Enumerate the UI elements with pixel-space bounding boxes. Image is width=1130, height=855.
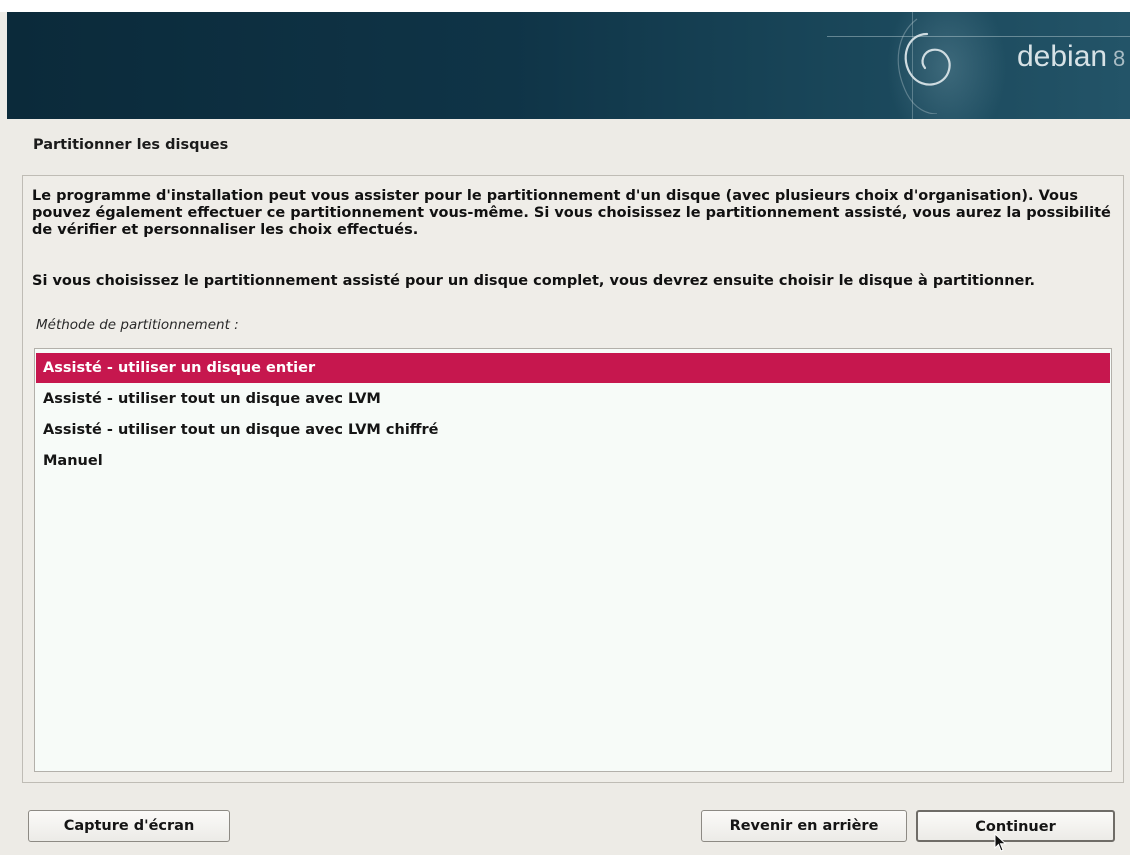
question-label: Méthode de partitionnement : — [36, 317, 239, 333]
list-item-manual[interactable]: Manuel — [36, 446, 1110, 476]
back-button[interactable]: Revenir en arrière — [701, 810, 907, 842]
partition-method-list[interactable]: Assisté - utiliser un disque entier Assi… — [34, 348, 1112, 772]
page-title: Partitionner les disques — [33, 137, 229, 153]
list-item-assisted-whole-disk[interactable]: Assisté - utiliser un disque entier — [36, 353, 1110, 383]
list-item-assisted-lvm[interactable]: Assisté - utiliser tout un disque avec L… — [36, 384, 1110, 414]
debian-version: 8 — [1113, 46, 1126, 71]
list-item-assisted-encrypted-lvm[interactable]: Assisté - utiliser tout un disque avec L… — [36, 415, 1110, 445]
banner-line-horizontal — [827, 36, 1130, 37]
screenshot-button[interactable]: Capture d'écran — [28, 810, 230, 842]
continue-button[interactable]: Continuer — [916, 810, 1115, 842]
mouse-cursor-icon — [994, 833, 1007, 852]
installer-window: debian 8 Partitionner les disques Le pro… — [0, 0, 1130, 855]
debian-wordmark: debian — [1017, 40, 1108, 73]
description-paragraph-2: Si vous choisissez le partitionnement as… — [32, 273, 1035, 289]
debian-banner: debian 8 — [7, 12, 1130, 119]
debian-swirl-icon — [897, 18, 951, 114]
description-paragraph-1: Le programme d'installation peut vous as… — [32, 188, 1111, 238]
top-margin — [0, 0, 1130, 12]
